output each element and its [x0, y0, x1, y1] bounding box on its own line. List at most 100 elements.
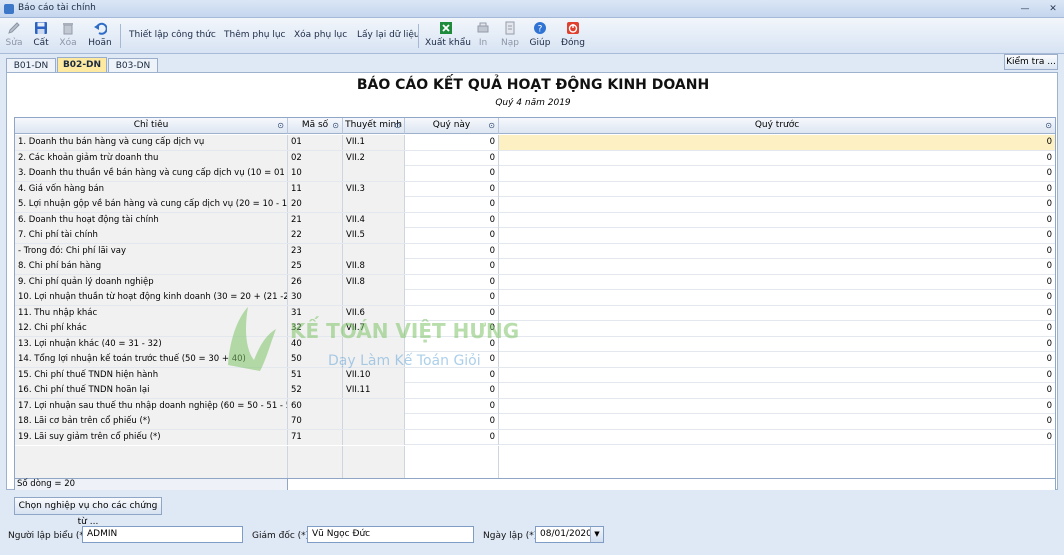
table-row[interactable]: 16. Chi phí thuế TNDN hoãn lại 52 VII.11 0 0: [15, 383, 1055, 399]
cell-quy-nay[interactable]: 0: [405, 212, 499, 228]
report-title: BÁO CÁO KẾT QUẢ HOẠT ĐỘNG KINH DOANH: [356, 77, 710, 93]
cell-quy-nay[interactable]: 0: [405, 429, 499, 445]
cell-quy-truoc[interactable]: 0: [499, 182, 1055, 197]
table-row[interactable]: 8. Chi phí bán hàng 25 VII.8 0 0: [15, 259, 1055, 275]
cell-quy-truoc[interactable]: 0: [499, 213, 1055, 228]
table-row[interactable]: 5. Lợi nhuận gộp về bán hàng và cung cấp…: [15, 197, 1055, 213]
table-row[interactable]: 6. Doanh thu hoạt động tài chính 21 VII.4 0…: [15, 212, 1055, 228]
header-quy-truoc[interactable]: Quý trước ⊙: [499, 118, 1055, 134]
cell-quy-truoc[interactable]: 0: [499, 321, 1055, 336]
help-button[interactable]: ? Giúp: [528, 20, 552, 52]
header-quy-nay[interactable]: Quý này ⊙: [405, 118, 499, 134]
pin-icon[interactable]: ⊙: [277, 118, 284, 133]
floppy-disk-icon: [35, 22, 47, 34]
trash-icon: [63, 23, 73, 35]
cell-quy-nay[interactable]: 0: [405, 166, 499, 181]
cell-quy-truoc[interactable]: 0: [499, 151, 1055, 166]
cell-quy-nay[interactable]: 0: [405, 290, 499, 305]
header-chi-tieu[interactable]: Chỉ tiêu ⊙: [15, 118, 288, 134]
table-row[interactable]: 2. Các khoản giảm trừ doanh thu 02 VII.2 0 0: [15, 150, 1055, 166]
cell-quy-truoc[interactable]: 0: [499, 368, 1055, 383]
print-button[interactable]: In: [474, 20, 492, 52]
close-button[interactable]: Đóng: [560, 20, 586, 52]
cell-quy-nay[interactable]: 0: [405, 197, 499, 212]
select-operations-button[interactable]: Chọn nghiệp vụ cho các chứng từ ...: [14, 497, 162, 527]
cell-quy-truoc[interactable]: 0: [499, 135, 1055, 150]
table-row[interactable]: 1. Doanh thu bán hàng và cung cấp dịch v…: [15, 135, 1055, 151]
pin-icon[interactable]: ⊙: [1045, 118, 1052, 133]
cell-ma-so: 02: [288, 150, 343, 166]
tab-b02-dn[interactable]: B02-DN: [57, 57, 107, 73]
header-ma-so[interactable]: Mã số ⊙: [288, 118, 343, 134]
table-row[interactable]: 9. Chi phí quản lý doanh nghiệp 26 VII.8 0 0: [15, 274, 1055, 290]
cell-chi-tieu: 19. Lãi suy giảm trên cổ phiếu (*): [15, 429, 288, 445]
cell-quy-nay[interactable]: 0: [405, 181, 499, 197]
check-button[interactable]: Kiểm tra ...: [1004, 54, 1058, 70]
report-window: Báo cáo tài chính — ✕ Sửa Cất Xóa Hoãn T…: [0, 0, 1064, 555]
table-row[interactable]: 3. Doanh thu thuần về bán hàng và cung c…: [15, 166, 1055, 182]
table-row[interactable]: 4. Giá vốn hàng bán 11 VII.3 0 0: [15, 181, 1055, 197]
cell-quy-nay[interactable]: 0: [405, 150, 499, 166]
cell-quy-truoc[interactable]: 0: [499, 166, 1055, 181]
cell-quy-truoc[interactable]: 0: [499, 259, 1055, 274]
table-row[interactable]: 7. Chi phí tài chính 22 VII.5 0 0: [15, 228, 1055, 244]
cell-quy-nay[interactable]: 0: [405, 383, 499, 398]
cell-quy-truoc[interactable]: 0: [499, 275, 1055, 290]
cell-quy-nay[interactable]: 0: [405, 135, 499, 150]
cell-quy-nay[interactable]: 0: [405, 274, 499, 290]
cell-quy-nay[interactable]: 0: [405, 228, 499, 243]
watermark-slogan: Dạy Làm Kế Toán Giỏi: [328, 353, 481, 369]
add-appendix-button[interactable]: Thêm phụ lục: [224, 30, 286, 40]
table-row[interactable]: 17. Lợi nhuận sau thuế thu nhập doanh ng…: [15, 398, 1055, 414]
cell-quy-nay[interactable]: 0: [405, 398, 499, 414]
cell-quy-nay[interactable]: 0: [405, 414, 499, 429]
undo-button[interactable]: Hoãn: [86, 20, 114, 52]
close-icon[interactable]: ✕: [1046, 3, 1060, 15]
watermark: KẾ TOÁN VIỆT HƯNG Dạy Làm Kế Toán Giỏi: [220, 305, 540, 385]
tab-b01-dn[interactable]: B01-DN: [6, 58, 56, 73]
pin-icon[interactable]: ⊙: [394, 118, 401, 133]
cell-thuyet-minh: VII.1: [343, 135, 405, 150]
export-button[interactable]: Xuất khẩu: [425, 20, 471, 52]
preparer-label: Người lập biểu (*): [8, 531, 88, 541]
cell-quy-truoc[interactable]: 0: [499, 197, 1055, 212]
cell-quy-truoc[interactable]: 0: [499, 352, 1055, 367]
cell-quy-nay[interactable]: 0: [405, 259, 499, 274]
cell-chi-tieu: 9. Chi phí quản lý doanh nghiệp: [15, 274, 288, 290]
delete-button[interactable]: Xóa: [57, 20, 79, 52]
cell-quy-truoc[interactable]: 0: [499, 399, 1055, 414]
cell-quy-truoc[interactable]: 0: [499, 430, 1055, 445]
minimize-icon[interactable]: —: [1018, 3, 1032, 15]
director-label: Giám đốc (*): [252, 531, 310, 541]
preparer-input[interactable]: ADMIN: [82, 526, 243, 543]
cell-quy-truoc[interactable]: 0: [499, 306, 1055, 321]
load-button[interactable]: Nạp: [499, 20, 521, 52]
edit-button[interactable]: Sửa: [4, 20, 24, 52]
cell-quy-truoc[interactable]: 0: [499, 337, 1055, 352]
help-icon: ?: [534, 22, 546, 35]
pin-icon[interactable]: ⊙: [488, 118, 495, 133]
cell-quy-truoc[interactable]: 0: [499, 228, 1055, 243]
pin-icon[interactable]: ⊙: [332, 118, 339, 133]
save-button[interactable]: Cất: [30, 20, 52, 52]
cell-quy-truoc[interactable]: 0: [499, 244, 1055, 259]
director-input[interactable]: Vũ Ngọc Đức: [307, 526, 474, 543]
cell-thuyet-minh: [343, 166, 405, 181]
table-row[interactable]: - Trong đó: Chi phí lãi vay 23 0 0: [15, 243, 1055, 259]
date-picker[interactable]: 08/01/2020 ▼: [535, 526, 604, 543]
reload-data-button[interactable]: Lấy lại dữ liệu: [357, 30, 420, 40]
table-row[interactable]: 19. Lãi suy giảm trên cổ phiếu (*) 71 0 0: [15, 429, 1055, 445]
cell-quy-truoc[interactable]: 0: [499, 383, 1055, 398]
table-row[interactable]: 10. Lợi nhuận thuần từ hoạt động kinh do…: [15, 290, 1055, 306]
cell-chi-tieu: 16. Chi phí thuế TNDN hoãn lại: [15, 383, 288, 398]
cell-quy-nay[interactable]: 0: [405, 243, 499, 259]
cell-ma-so: 10: [288, 166, 343, 181]
formula-setup-button[interactable]: Thiết lập công thức: [129, 30, 216, 40]
tab-b03-dn[interactable]: B03-DN: [108, 58, 158, 73]
cell-quy-truoc[interactable]: 0: [499, 290, 1055, 305]
header-thuyet-minh[interactable]: Thuyết minh ⊙: [343, 118, 405, 134]
table-row[interactable]: 18. Lãi cơ bản trên cổ phiếu (*) 70 0 0: [15, 414, 1055, 430]
delete-appendix-button[interactable]: Xóa phụ lục: [294, 30, 347, 40]
cell-quy-truoc[interactable]: 0: [499, 414, 1055, 429]
chevron-down-icon[interactable]: ▼: [590, 527, 603, 542]
